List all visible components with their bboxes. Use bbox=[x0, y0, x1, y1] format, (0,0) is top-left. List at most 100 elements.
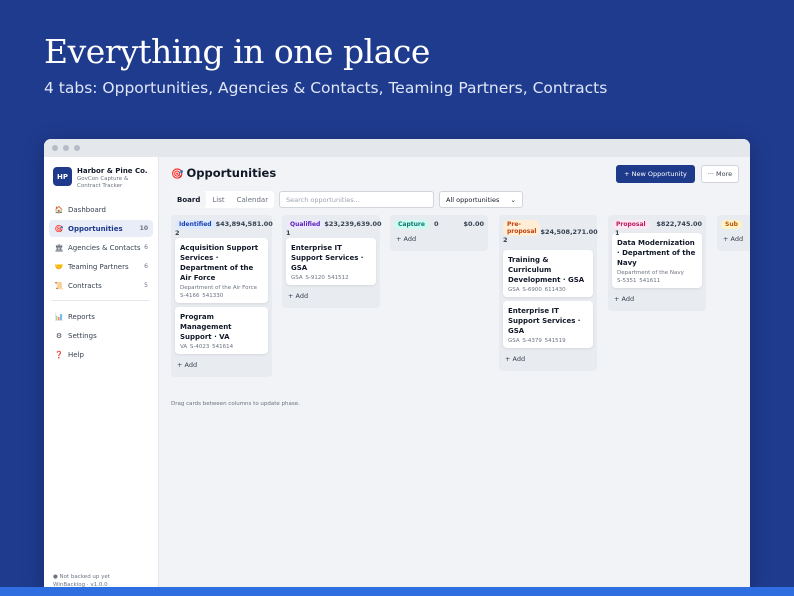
gear-icon: ⚙ bbox=[55, 331, 63, 340]
opportunity-card[interactable]: Program Management Support · VA VA S-402… bbox=[175, 307, 268, 354]
sidebar-item-help[interactable]: ❓ Help bbox=[49, 346, 153, 363]
card-title: Enterprise IT Support Services · GSA bbox=[508, 307, 581, 335]
phase-badge: Sub bbox=[721, 220, 742, 229]
card-title: Data Modernization · Department of the N… bbox=[617, 239, 696, 267]
scroll-icon: 📜 bbox=[54, 281, 64, 290]
sidebar-item-label: Agencies & Contacts bbox=[68, 243, 141, 252]
column-total: $0.00 bbox=[463, 220, 484, 228]
page-title: 🎯 Opportunities bbox=[171, 166, 276, 180]
bottom-accent-strip bbox=[0, 587, 794, 596]
column-count: 1 bbox=[615, 229, 620, 237]
opportunity-card[interactable]: Enterprise IT Support Services · GSA GSA… bbox=[503, 301, 593, 348]
card-meta: VA S-4023 541614 bbox=[180, 344, 234, 350]
add-card-button[interactable]: + Add bbox=[612, 292, 702, 306]
opportunity-filter-select[interactable]: All opportunities ⌄ bbox=[439, 191, 523, 208]
sidebar-item-label: Contracts bbox=[68, 281, 102, 290]
sidebar-item-teaming-partners[interactable]: 🤝 Teaming Partners 6 bbox=[49, 258, 153, 275]
sidebar-item-reports[interactable]: 📊 Reports bbox=[49, 308, 153, 325]
column-capture: Capture 0 $0.00 + Add bbox=[390, 215, 488, 251]
hero-title: Everything in one place bbox=[44, 32, 430, 71]
column-qualified: Qualified 1 $23,239,639.00 Enterprise IT… bbox=[282, 215, 382, 308]
opportunity-card[interactable]: Enterprise IT Support Services · GSA GSA… bbox=[286, 238, 376, 285]
column-total: $43,894,581.00 bbox=[215, 220, 273, 228]
card-agency: Department of the Navy bbox=[617, 270, 684, 276]
phase-badge: Proposal bbox=[612, 220, 650, 229]
window-dot-icon bbox=[52, 145, 58, 151]
app-window: HP Harbor & Pine Co. GovCon Capture & Co… bbox=[44, 139, 750, 591]
view-tabs: Board List Calendar bbox=[171, 191, 275, 208]
target-icon: 🎯 bbox=[54, 224, 64, 233]
column-count: 0 bbox=[434, 220, 439, 228]
app-tagline: GovCon Capture & Contract Tracker bbox=[77, 176, 129, 189]
card-agency: Department of the Air Force bbox=[180, 285, 258, 291]
sidebar-item-label: Dashboard bbox=[68, 205, 106, 214]
column-count: 1 bbox=[286, 229, 291, 237]
card-meta: S-4166 541330 bbox=[180, 293, 224, 299]
phase-badge: Identified bbox=[175, 220, 216, 229]
sidebar-nav: 🏠 Dashboard 🎯 Opportunities 10 🏛 Agencie… bbox=[49, 201, 153, 365]
column-count: 2 bbox=[503, 236, 508, 244]
card-title: Program Management Support · VA bbox=[180, 313, 232, 341]
tab-calendar[interactable]: Calendar bbox=[231, 191, 274, 208]
sidebar-item-agencies[interactable]: 🏛 Agencies & Contacts 6 bbox=[49, 239, 153, 256]
app-name: Harbor & Pine Co. bbox=[77, 167, 148, 175]
column-identified: Identified 2 $43,894,581.00 Acquisition … bbox=[171, 215, 273, 377]
tab-board[interactable]: Board bbox=[171, 191, 207, 208]
backup-status: ● Not backed up yet bbox=[53, 574, 110, 580]
sidebar-item-dashboard[interactable]: 🏠 Dashboard bbox=[49, 201, 153, 218]
new-opportunity-button[interactable]: + New Opportunity bbox=[616, 165, 695, 183]
sidebar-item-label: Help bbox=[68, 350, 84, 359]
kanban-board: Identified 2 $43,894,581.00 Acquisition … bbox=[171, 215, 750, 387]
search-input[interactable]: Search opportunities... bbox=[279, 191, 434, 208]
phase-badge: Capture bbox=[394, 220, 429, 229]
building-icon: 🏛 bbox=[54, 243, 64, 252]
column-header: Identified 2 $43,894,581.00 bbox=[175, 220, 273, 238]
card-meta: GSA S-4379 541519 bbox=[508, 338, 566, 344]
add-card-button[interactable]: + Add bbox=[394, 232, 484, 246]
opportunity-card[interactable]: Data Modernization · Department of the N… bbox=[612, 233, 702, 288]
opportunity-card[interactable]: Training & Curriculum Development · GSA … bbox=[503, 250, 593, 297]
app-logo: HP bbox=[53, 167, 72, 186]
home-icon: 🏠 bbox=[54, 205, 64, 214]
card-meta: S-5351 541611 bbox=[617, 278, 661, 284]
tab-list[interactable]: List bbox=[206, 191, 230, 208]
chart-icon: 📊 bbox=[54, 312, 64, 321]
sidebar-item-count: 6 bbox=[144, 263, 148, 270]
add-card-button[interactable]: + Add bbox=[286, 289, 376, 303]
card-meta: GSA S-6900 611430 bbox=[508, 287, 566, 293]
sidebar: HP Harbor & Pine Co. GovCon Capture & Co… bbox=[44, 157, 159, 591]
more-button[interactable]: ··· More bbox=[701, 165, 739, 183]
column-count: 2 bbox=[175, 229, 180, 237]
sidebar-item-count: 6 bbox=[144, 244, 148, 251]
help-icon: ❓ bbox=[54, 350, 64, 359]
column-proposal: Proposal 1 $822,745.00 Data Modernizatio… bbox=[608, 215, 706, 311]
column-total: $23,239,639.00 bbox=[324, 220, 382, 228]
board-hint: Drag cards between columns to update pha… bbox=[171, 401, 300, 407]
sidebar-item-label: Opportunities bbox=[68, 224, 123, 233]
chevron-down-icon: ⌄ bbox=[510, 195, 516, 204]
column-sub: Sub + Add bbox=[717, 215, 750, 251]
sidebar-item-count: 10 bbox=[139, 225, 148, 232]
add-card-button[interactable]: + Add bbox=[175, 358, 268, 372]
window-dot-icon bbox=[63, 145, 69, 151]
add-card-button[interactable]: + Add bbox=[721, 232, 750, 246]
card-title: Acquisition Support Services · Departmen… bbox=[180, 244, 259, 282]
hero-subtitle: 4 tabs: Opportunities, Agencies & Contac… bbox=[44, 79, 608, 97]
sidebar-item-opportunities[interactable]: 🎯 Opportunities 10 bbox=[49, 220, 153, 237]
window-titlebar bbox=[44, 139, 750, 157]
column-pre-proposal: Pre-proposal 2 $24,508,271.00 Training &… bbox=[499, 215, 598, 371]
phase-badge: Pre-proposal bbox=[503, 220, 541, 236]
column-header: Pre-proposal 2 $24,508,271.00 bbox=[503, 220, 598, 250]
add-card-button[interactable]: + Add bbox=[503, 352, 593, 366]
opportunity-card[interactable]: Acquisition Support Services · Departmen… bbox=[175, 238, 268, 303]
handshake-icon: 🤝 bbox=[54, 262, 64, 271]
column-header: Qualified 1 $23,239,639.00 bbox=[286, 220, 382, 238]
filter-value: All opportunities bbox=[446, 195, 500, 204]
window-dot-icon bbox=[74, 145, 80, 151]
card-title: Training & Curriculum Development · GSA bbox=[508, 256, 585, 284]
sidebar-item-label: Reports bbox=[68, 312, 95, 321]
sidebar-item-settings[interactable]: ⚙ Settings bbox=[49, 327, 153, 344]
sidebar-item-contracts[interactable]: 📜 Contracts 5 bbox=[49, 277, 153, 294]
phase-badge: Qualified bbox=[286, 220, 325, 229]
card-title: Enterprise IT Support Services · GSA bbox=[291, 244, 364, 272]
